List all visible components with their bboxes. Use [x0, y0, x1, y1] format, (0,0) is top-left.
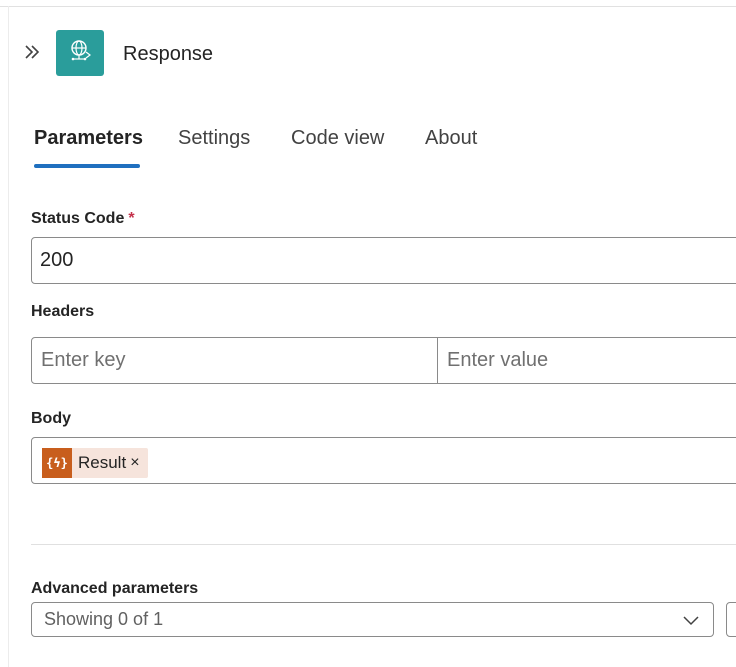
- action-icon-tile: [56, 30, 104, 76]
- advanced-parameters-dropdown[interactable]: Showing 0 of 1: [31, 602, 714, 637]
- status-code-label: Status Code *: [31, 209, 135, 229]
- expression-icon: {ϟ}: [42, 448, 72, 478]
- header-key-input[interactable]: Enter key: [31, 337, 438, 384]
- status-code-value: 200: [40, 249, 74, 271]
- advanced-side-button[interactable]: [726, 602, 736, 637]
- chevron-double-right-icon: [23, 43, 41, 66]
- token-label: Result: [78, 453, 127, 472]
- status-code-field[interactable]: 200: [31, 237, 736, 284]
- tab-about[interactable]: About: [425, 124, 477, 152]
- expand-panel-button[interactable]: [20, 42, 44, 66]
- advanced-parameters-selected: Showing 0 of 1: [44, 609, 164, 629]
- tab-settings[interactable]: Settings: [178, 124, 250, 152]
- header-value-placeholder: Enter value: [447, 349, 549, 371]
- headers-label: Headers: [31, 303, 95, 320]
- tab-parameters[interactable]: Parameters: [34, 124, 143, 152]
- header-key-placeholder: Enter key: [41, 349, 126, 371]
- remove-token-button[interactable]: ×: [128, 454, 147, 472]
- chevron-down-icon: [683, 613, 699, 631]
- active-tab-indicator: [34, 164, 140, 168]
- tab-code-view[interactable]: Code view: [291, 124, 384, 152]
- body-label: Body: [31, 410, 71, 427]
- advanced-parameters-label: Advanced parameters: [31, 580, 199, 597]
- header-value-input[interactable]: Enter value: [437, 337, 736, 384]
- status-code-label-text: Status Code: [31, 210, 125, 227]
- required-marker: *: [128, 210, 135, 227]
- section-divider: [31, 544, 736, 545]
- globe-http-icon: [67, 38, 93, 69]
- dynamic-content-token[interactable]: {ϟ} Result ×: [42, 448, 148, 478]
- left-border: [8, 6, 9, 667]
- panel-title: Response: [123, 43, 214, 65]
- top-border: [0, 6, 736, 7]
